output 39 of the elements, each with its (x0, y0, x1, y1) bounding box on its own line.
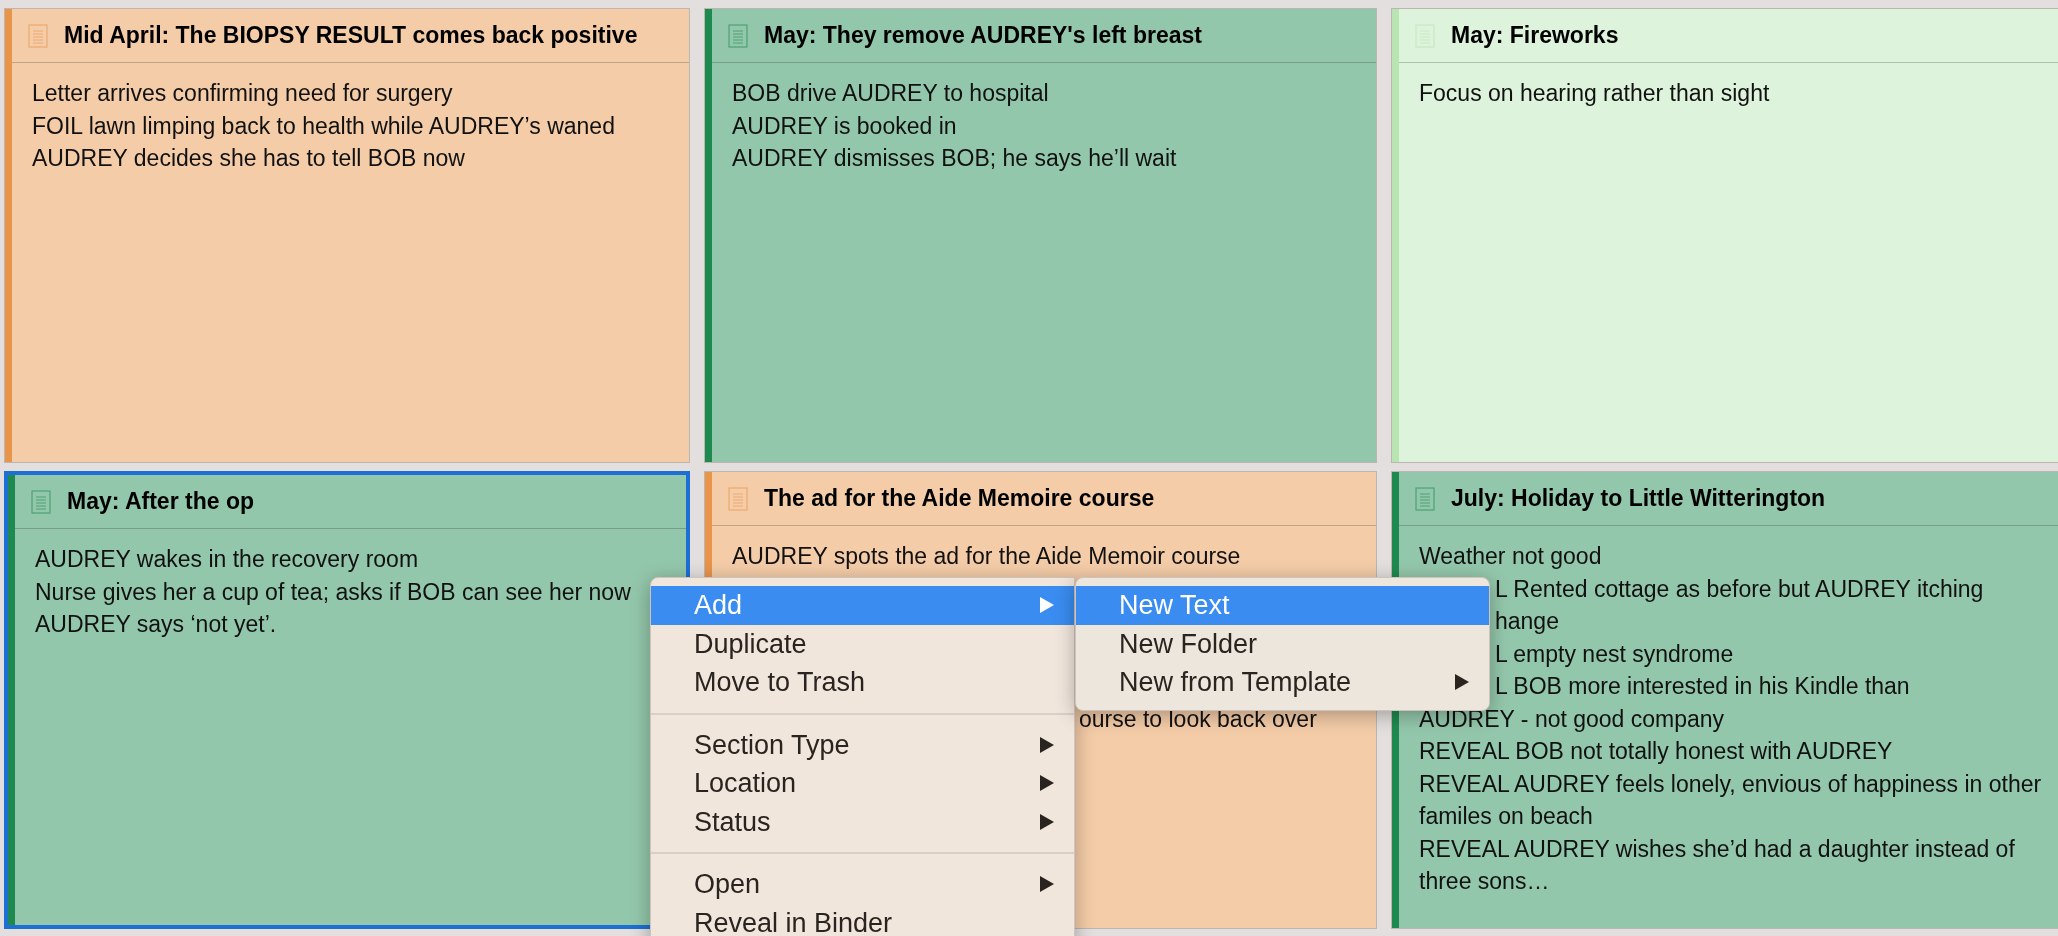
card-text-line: hange (1495, 607, 1559, 636)
document-icon (728, 486, 748, 511)
card-text-line: AUDREY spots the ad for the Aide Memoir course (732, 542, 1242, 571)
card-text-line: AUDREY - not good company (1419, 704, 1726, 734)
card-text-line: Nurse gives her a cup of tea; asks if BOB can see her now (35, 577, 632, 607)
card-title: May: Fireworks (1451, 21, 1619, 51)
card-text-line: FOIL lawn limping back to health while AUDREY’s waned (32, 111, 616, 141)
card-title: Mid April: The BIOPSY RESULT comes back positive (64, 21, 638, 51)
card-text-line: Weather not good (1419, 542, 1603, 571)
document-icon (28, 23, 48, 48)
document-icon (728, 23, 748, 48)
index-card[interactable]: May: Fireworks Focus on hearing rather than sight (1391, 8, 2058, 463)
menu-item[interactable]: New from Template (1076, 663, 1489, 702)
card-text-line: L Rented cottage as before but AUDREY itching (1495, 574, 1984, 604)
card-text-line: L BOB more interested in his Kindle than (1495, 672, 1910, 701)
card-title: May: They remove AUDREY's left breast (764, 21, 1202, 51)
card-text-line: ourse to look back over (1079, 704, 1317, 734)
card-text-line: AUDREY wakes in the recovery room (35, 545, 420, 574)
card-text-line: AUDREY says ‘not yet’. (35, 610, 278, 639)
card-text-line: L empty nest syndrome (1495, 639, 1734, 669)
card-title: July: Holiday to Little Witterington (1451, 484, 1826, 514)
card-text-line: AUDREY dismisses BOB; he says he’ll wait (732, 144, 1178, 173)
card-title: May: After the op (67, 487, 254, 517)
card-text-line: REVEAL AUDREY feels lonely, envious of happiness in other familes on beach (1419, 769, 2043, 831)
card-text-line: AUDREY is booked in (732, 111, 958, 141)
card-text-line: REVEAL BOB not totally honest with AUDREY (1419, 737, 1894, 766)
card-text-line: Letter arrives confirming need for surgery (32, 79, 454, 108)
document-icon (31, 489, 51, 514)
card-text-line: BOB drive AUDREY to hospital (732, 79, 1050, 108)
menu-item[interactable]: New Folder (1076, 624, 1489, 663)
card-title: The ad for the Aide Memoire course (764, 484, 1155, 514)
index-card[interactable]: Mid April: The BIOPSY RESULT comes back positive Letter arrives confirming need for surgery FOIL lawn limping back to health while AUDREY’s waned AUDREY decides she has to tell BOB now (4, 8, 690, 463)
index-card[interactable]: May: They remove AUDREY's left breast BOB drive AUDREY to hospital AUDREY is booked in AUDREY dismisses BOB; he says he’ll wait (704, 8, 1377, 463)
index-card[interactable] (1391, 471, 2058, 929)
card-text-line: Focus on hearing rather than sight (1419, 79, 1771, 108)
card-text-line: REVEAL AUDREY wishes she’d had a daughter instead of three sons… (1419, 834, 2016, 896)
index-card[interactable]: May: After the op AUDREY wakes in the recovery room Nurse gives her a cup of tea; asks if BOB can see her now AUDREY says ‘not yet’. (4, 471, 690, 929)
document-icon (1415, 486, 1435, 511)
card-text-line: AUDREY decides she has to tell BOB now (32, 144, 466, 173)
